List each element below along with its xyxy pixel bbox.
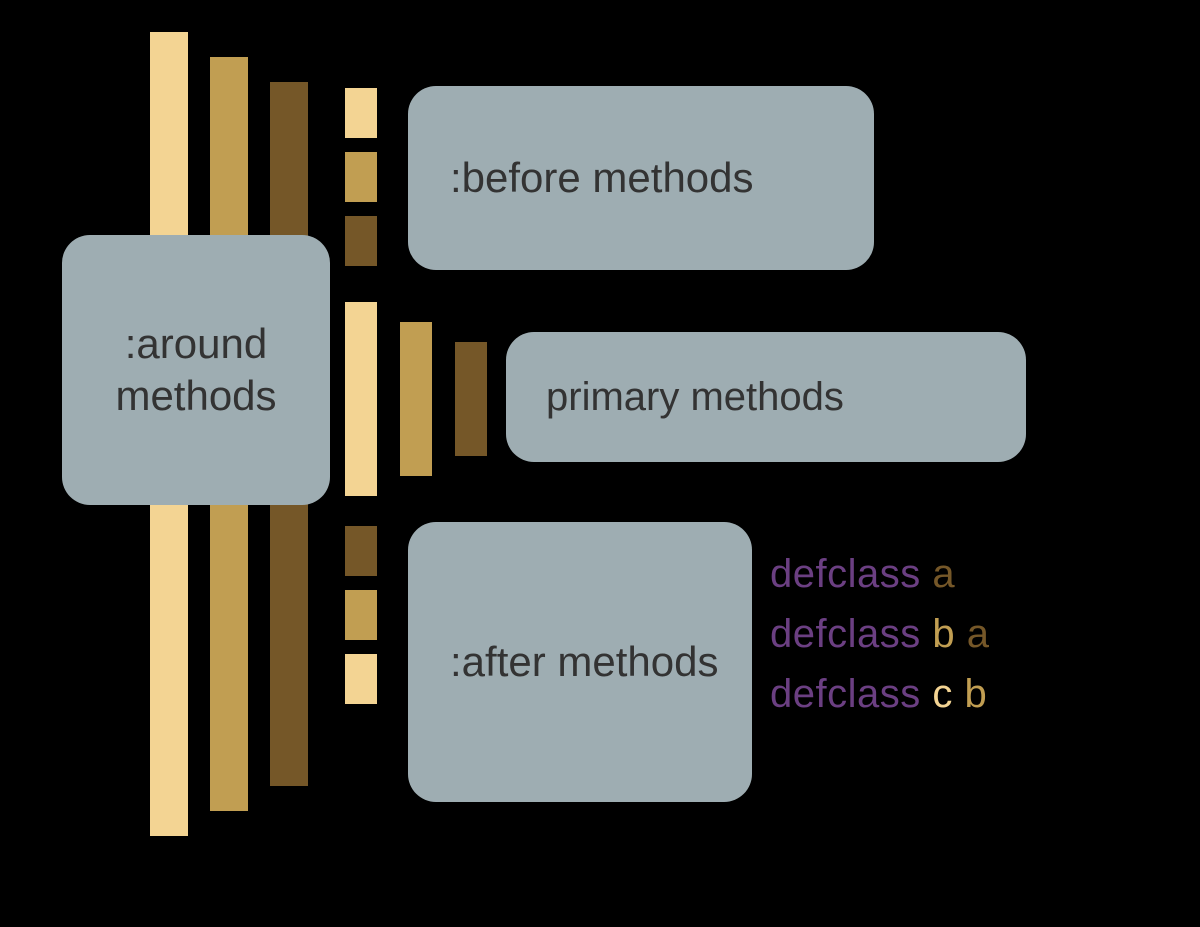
after-bar-c xyxy=(345,652,377,704)
legend-class-b: b xyxy=(932,612,955,656)
primary-bar-b xyxy=(400,320,432,476)
primary-bar-a xyxy=(455,340,487,456)
legend-parent-3: b xyxy=(965,672,988,716)
after-label-box: :after methods xyxy=(408,522,752,802)
legend-kw-1: defclass xyxy=(770,552,921,596)
legend-kw-2: defclass xyxy=(770,612,921,656)
legend-line-2: defclass b a xyxy=(770,612,990,657)
before-label: :before methods xyxy=(450,152,754,205)
after-bar-a xyxy=(345,524,377,576)
primary-label: primary methods xyxy=(546,372,844,422)
primary-bar-c xyxy=(345,300,377,496)
before-bar-b xyxy=(345,150,377,202)
after-label: :after methods xyxy=(450,636,718,689)
before-bar-a xyxy=(345,214,377,266)
after-bar-b xyxy=(345,588,377,640)
around-label: :around methods xyxy=(88,318,304,423)
before-bar-c xyxy=(345,86,377,138)
legend-kw-3: defclass xyxy=(770,672,921,716)
legend-line-3: defclass c b xyxy=(770,672,987,717)
legend-class-c: c xyxy=(932,672,953,716)
before-label-box: :before methods xyxy=(408,86,874,270)
around-label-box: :around methods xyxy=(62,235,330,505)
legend-class-a: a xyxy=(932,552,955,596)
primary-label-box: primary methods xyxy=(506,332,1026,462)
legend-line-1: defclass a xyxy=(770,552,955,597)
legend-parent-2: a xyxy=(967,612,990,656)
